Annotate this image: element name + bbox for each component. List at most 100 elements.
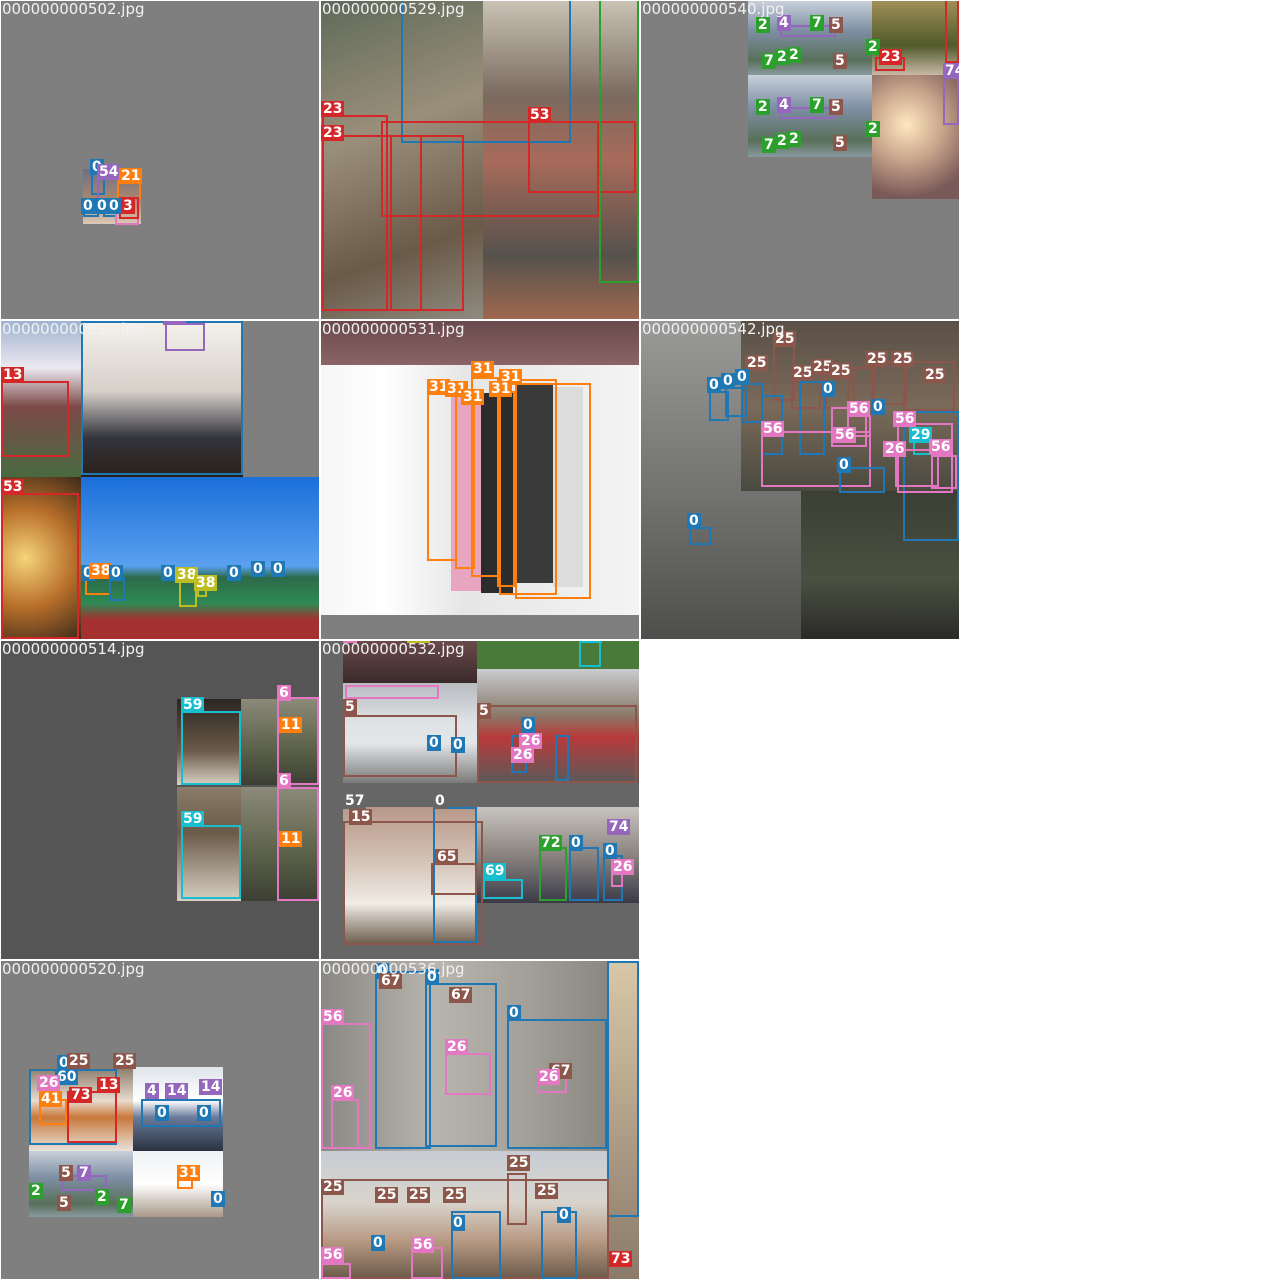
class-label: 7: [77, 1165, 91, 1181]
class-label: 5: [829, 99, 843, 115]
class-label: 29: [579, 641, 603, 643]
class-label: 0: [735, 369, 749, 385]
class-label: 21: [119, 168, 143, 184]
class-label: 26: [445, 1039, 469, 1055]
bbox: [375, 971, 431, 1149]
mosaic-tile-531: 31 31 31 31 31 31 000000000531.jpg: [321, 321, 639, 639]
bbox: [539, 847, 567, 901]
class-label: 56: [321, 1247, 345, 1263]
class-label: 26: [883, 441, 907, 457]
class-label: 25: [375, 1187, 399, 1203]
bbox: [181, 711, 241, 785]
bbox: [381, 121, 599, 217]
class-label: 25: [113, 1053, 137, 1069]
class-label: 5: [59, 1165, 73, 1181]
class-label: 0: [155, 1105, 169, 1121]
class-label: 23: [321, 125, 345, 141]
tile-filename: 000000000520.jpg: [2, 961, 145, 978]
bbox: [471, 377, 499, 577]
class-label: 5: [829, 17, 843, 33]
tile-filename: 000000000529.jpg: [322, 1, 465, 18]
mosaic-tile-502: 0 54 21 0 0 0 3 000000000502.jpg: [1, 1, 319, 319]
class-label: 7: [810, 97, 824, 113]
class-label: 65: [435, 849, 459, 865]
class-label: 2: [29, 1183, 43, 1199]
mosaic-tile-532: 6 58 29 5 5 0 0 0 26 26 57 15 0 65 74 72…: [321, 641, 639, 959]
class-label: 56: [411, 1237, 435, 1253]
class-label: 25: [923, 367, 947, 383]
mosaic-tile-529: 23 23 53 000000000529.jpg: [321, 1, 639, 319]
class-label: 25: [507, 1155, 531, 1171]
mosaic-tile-514: 59 6 11 6 59 11 000000000514.jpg: [1, 641, 319, 959]
tile-filename: 000000000531.jpg: [322, 321, 465, 338]
bbox: [579, 641, 601, 667]
bbox: [607, 961, 639, 1217]
class-label: 56: [893, 411, 917, 427]
class-label: 0: [427, 735, 441, 751]
class-label: 11: [279, 831, 303, 847]
class-label: 31: [489, 381, 513, 397]
class-label: 0: [107, 198, 121, 214]
class-label: 38: [194, 575, 218, 591]
class-label: 56: [847, 401, 871, 417]
bbox: [569, 847, 599, 901]
class-label: 0: [251, 561, 265, 577]
class-label: 0: [871, 399, 885, 415]
class-label: 74: [943, 63, 959, 79]
class-label: 31: [471, 361, 495, 377]
class-label: 14: [199, 1079, 223, 1095]
class-label: 26: [611, 859, 635, 875]
class-label: 2: [95, 1189, 109, 1205]
class-label: 7: [762, 137, 776, 153]
mosaic-tile-542: 25 25 25 25 25 25 25 25 0 0 0 0 56 56 56…: [641, 321, 959, 639]
bbox: [81, 321, 243, 475]
class-label: 2: [787, 47, 801, 63]
class-label: 0: [161, 565, 175, 581]
class-label: 26: [511, 747, 535, 763]
class-label: 25: [535, 1183, 559, 1199]
tile-filename: 000000000502.jpg: [2, 1, 145, 18]
class-label: 23: [321, 101, 345, 117]
class-label: 56: [833, 427, 857, 443]
class-label: 4: [145, 1083, 159, 1099]
class-label: 0: [557, 1207, 571, 1223]
class-label: 53: [528, 107, 552, 123]
class-label: 5: [833, 53, 847, 69]
class-label: 7: [762, 53, 776, 69]
class-label: 6: [277, 685, 291, 701]
class-label: 54: [163, 321, 187, 325]
bbox: [331, 1099, 359, 1149]
bbox: [345, 685, 439, 699]
bbox: [1, 381, 69, 457]
bbox: [277, 697, 319, 785]
class-label: 67: [449, 987, 473, 1003]
class-label: 0: [821, 381, 835, 397]
class-label: 2: [787, 131, 801, 147]
bbox: [431, 863, 477, 895]
class-label: 41: [39, 1091, 63, 1107]
class-label: 5: [477, 703, 491, 719]
bbox: [1, 493, 79, 639]
class-label: 2: [756, 17, 770, 33]
class-label: 0: [707, 377, 721, 393]
class-label: 56: [929, 439, 953, 455]
class-label: 0: [433, 793, 447, 809]
class-label: 26: [537, 1069, 561, 1085]
class-label: 25: [67, 1053, 91, 1069]
class-label: 11: [279, 717, 303, 733]
class-label: 5: [343, 699, 357, 715]
class-label: 6: [277, 773, 291, 789]
tile-filename: 000000000514.jpg: [2, 641, 145, 658]
tile-filename: 000000000510.jpg: [2, 321, 145, 338]
class-label: 0: [197, 1105, 211, 1121]
bbox: [483, 879, 523, 899]
class-label: 5: [57, 1195, 71, 1211]
mosaic-tile-540: 2 4 7 5 2 23 7 2 2 5 2 4 7 5 2 7 2 2 5 7…: [641, 1, 959, 319]
class-label: 0: [211, 1191, 225, 1207]
bbox: [321, 1263, 351, 1279]
class-label: 23: [879, 49, 903, 65]
class-label: 25: [829, 363, 853, 379]
class-label: 25: [321, 1179, 345, 1195]
class-label: 59: [181, 697, 205, 713]
bbox: [515, 383, 591, 599]
